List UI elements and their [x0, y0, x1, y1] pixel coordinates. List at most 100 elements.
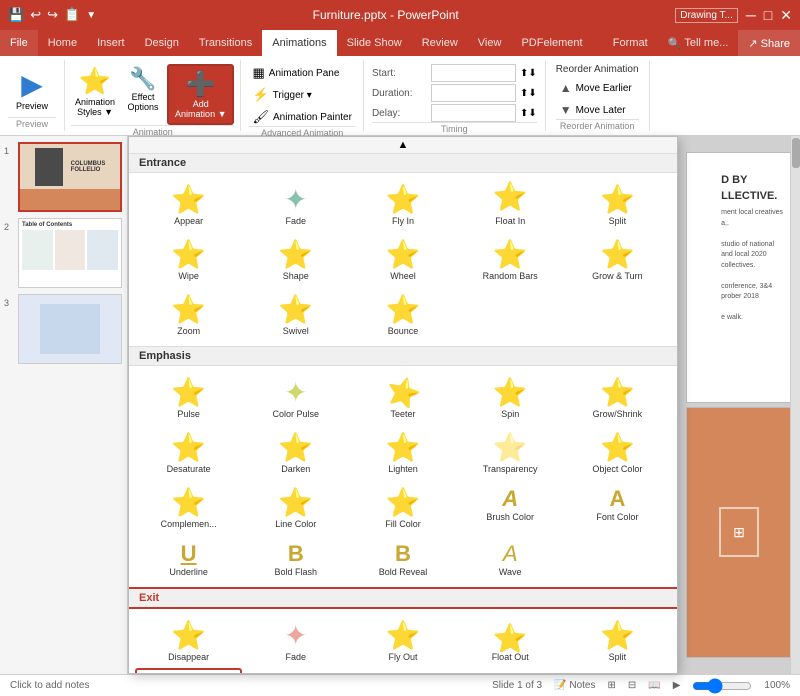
- anim-shrink-turn[interactable]: ⭐ Shrink & Tu...: [564, 668, 671, 674]
- minimize-icon[interactable]: ─: [746, 7, 756, 23]
- anim-bounce[interactable]: ⭐ Bounce: [349, 287, 456, 342]
- restore-icon[interactable]: □: [764, 7, 772, 23]
- delay-input[interactable]: [431, 104, 516, 122]
- anim-wipe[interactable]: ⭐ Wipe: [135, 232, 242, 287]
- anim-grow-turn[interactable]: ⭐ Grow & Turn: [564, 232, 671, 287]
- scrollbar-thumb[interactable]: [792, 138, 800, 168]
- tab-insert[interactable]: Insert: [87, 30, 135, 56]
- anim-grow-shrink[interactable]: ⭐ Grow/Shrink: [564, 370, 671, 425]
- share-button[interactable]: ↗ Share: [738, 30, 800, 56]
- anim-teeter[interactable]: ⭐ Teeter: [349, 370, 456, 425]
- anim-shape[interactable]: ⭐ Shape: [242, 232, 349, 287]
- tab-file[interactable]: File: [0, 30, 38, 56]
- tab-home[interactable]: Home: [38, 30, 87, 56]
- anim-zoom[interactable]: ⭐ Zoom: [135, 287, 242, 342]
- tab-slideshow[interactable]: Slide Show: [337, 30, 412, 56]
- anim-fill-color[interactable]: ⭐ Fill Color: [349, 480, 456, 535]
- anim-spin[interactable]: ⭐ Spin: [457, 370, 564, 425]
- anim-random-bars-out[interactable]: ⭐ Random Bars: [457, 668, 564, 674]
- move-later-button[interactable]: ▼ Move Later: [556, 101, 639, 119]
- view-slideshow[interactable]: ▶: [673, 680, 681, 691]
- anim-wheel-out[interactable]: ⭐ Wheel: [349, 668, 456, 674]
- anim-split[interactable]: ⭐ Split: [564, 177, 671, 232]
- duration-spin[interactable]: ⬆⬇: [520, 88, 537, 99]
- tab-review[interactable]: Review: [412, 30, 468, 56]
- save-icon[interactable]: 💾: [8, 7, 24, 23]
- anim-bold-reveal[interactable]: B Bold Reveal: [349, 535, 456, 583]
- tab-view[interactable]: View: [468, 30, 512, 56]
- anim-split-out[interactable]: ⭐ Split: [564, 613, 671, 668]
- anim-color-pulse[interactable]: ✦ Color Pulse: [242, 370, 349, 425]
- redo-icon[interactable]: ↪: [47, 7, 58, 23]
- undo-icon[interactable]: ↩: [30, 7, 41, 23]
- view-reading[interactable]: 📖: [648, 680, 660, 691]
- anim-transparency[interactable]: ⭐ Transparency: [457, 425, 564, 480]
- start-spin[interactable]: ⬆⬇: [520, 68, 537, 79]
- anim-darken[interactable]: ⭐ Darken: [242, 425, 349, 480]
- anim-wheel[interactable]: ⭐ Wheel: [349, 232, 456, 287]
- emphasis-section-header: Emphasis: [129, 346, 677, 366]
- close-icon[interactable]: ✕: [780, 7, 792, 24]
- anim-appear[interactable]: ⭐ Appear: [135, 177, 242, 232]
- preview-button[interactable]: ▶ Preview: [8, 66, 56, 113]
- anim-complement[interactable]: ⭐ Complemen...: [135, 480, 242, 535]
- delay-spin[interactable]: ⬆⬇: [520, 108, 537, 119]
- slide-preview-3[interactable]: [18, 294, 122, 364]
- trigger-icon: ⚡: [252, 87, 268, 103]
- anim-line-color[interactable]: ⭐ Line Color: [242, 480, 349, 535]
- anim-bold-flash[interactable]: B Bold Flash: [242, 535, 349, 583]
- zoom-slider[interactable]: [692, 678, 752, 694]
- move-earlier-button[interactable]: ▲ Move Earlier: [556, 79, 639, 97]
- tell-me[interactable]: 🔍Tell me...: [658, 30, 739, 56]
- effect-options-button[interactable]: 🔧 EffectOptions: [123, 64, 163, 114]
- notes-btn[interactable]: 📝 Notes: [554, 680, 595, 691]
- anim-disappear[interactable]: ⭐ Disappear: [135, 613, 242, 668]
- anim-font-color[interactable]: A Font Color: [564, 480, 671, 535]
- slide-thumb-1[interactable]: 1 COLUMBUSFOLLELIO: [4, 142, 123, 212]
- add-animation-button[interactable]: ➕ AddAnimation ▼: [167, 64, 234, 125]
- tab-animations[interactable]: Animations: [262, 30, 336, 56]
- view-slide-sorter[interactable]: ⊟: [628, 680, 636, 691]
- tab-pdfelement[interactable]: PDFelement: [511, 30, 592, 56]
- anim-float-out[interactable]: ⭐ Float Out: [457, 613, 564, 668]
- tab-transitions[interactable]: Transitions: [189, 30, 262, 56]
- anim-shape-out[interactable]: ⭐ Shape: [242, 668, 349, 674]
- anim-underline[interactable]: U Underline: [135, 535, 242, 583]
- animation-styles-button[interactable]: ⭐ AnimationStyles ▼: [71, 64, 119, 119]
- anim-fade[interactable]: ✦ Fade: [242, 177, 349, 232]
- slide-preview-1[interactable]: COLUMBUSFOLLELIO: [18, 142, 122, 212]
- anim-fly-in[interactable]: ⭐ Fly In: [349, 177, 456, 232]
- anim-lighten[interactable]: ⭐ Lighten: [349, 425, 456, 480]
- anim-object-color[interactable]: ⭐ Object Color: [564, 425, 671, 480]
- anim-wave[interactable]: A Wave: [457, 535, 564, 583]
- trigger-button[interactable]: ⚡ Trigger ▾: [249, 86, 354, 104]
- slide-preview-2[interactable]: Table of Contents: [18, 218, 122, 288]
- clipboard-icon[interactable]: 📋: [64, 7, 80, 23]
- scroll-up-button[interactable]: ▲: [129, 137, 677, 154]
- start-input[interactable]: [431, 64, 516, 82]
- anim-wipe-out[interactable]: ⭐ Wipe: [135, 668, 242, 674]
- anim-random-bars[interactable]: ⭐ Random Bars: [457, 232, 564, 287]
- anim-float-in[interactable]: ⭐ Float In: [457, 177, 564, 232]
- anim-swivel[interactable]: ⭐ Swivel: [242, 287, 349, 342]
- tab-design[interactable]: Design: [135, 30, 189, 56]
- anim-fade-out[interactable]: ✦ Fade: [242, 613, 349, 668]
- anim-brush-color[interactable]: A Brush Color: [457, 480, 564, 535]
- tab-format[interactable]: Format: [603, 30, 658, 56]
- slide-thumb-2[interactable]: 2 Table of Contents: [4, 218, 123, 288]
- dropdown-icon[interactable]: ▼: [86, 10, 96, 21]
- anim-pulse[interactable]: ⭐ Pulse: [135, 370, 242, 425]
- move-later-icon: ▼: [560, 103, 572, 117]
- canvas-scrollbar[interactable]: [790, 136, 800, 674]
- slide-text-content: D BYLLECTIVE. ment local creativesa,.stu…: [721, 173, 783, 323]
- animation-painter-button[interactable]: 🖌 Animation Painter: [249, 108, 354, 126]
- ribbon-group-reorder: Reorder Animation ▲ Move Earlier ▼ Move …: [546, 60, 650, 131]
- anim-desaturate[interactable]: ⭐ Desaturate: [135, 425, 242, 480]
- view-normal[interactable]: ⊞: [607, 680, 615, 691]
- anim-fly-out[interactable]: ⭐ Fly Out: [349, 613, 456, 668]
- animation-dropdown: ▲ Entrance ⭐ Appear ✦ Fade ⭐ Fly In ⭐ Fl…: [128, 136, 678, 674]
- duration-input[interactable]: [431, 84, 516, 102]
- slide-thumb-3[interactable]: 3: [4, 294, 123, 364]
- animation-pane-button[interactable]: ▦ Animation Pane: [249, 64, 354, 82]
- entrance-grid: ⭐ Appear ✦ Fade ⭐ Fly In ⭐ Float In ⭐ Sp…: [129, 173, 677, 346]
